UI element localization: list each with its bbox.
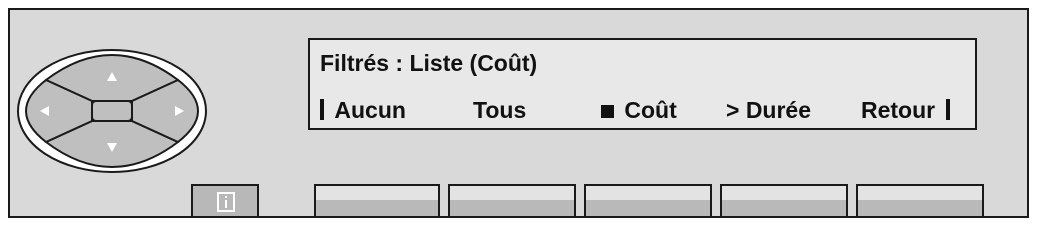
display-title: Filtrés : Liste (Coût) (320, 50, 538, 76)
nav-center-button[interactable] (91, 100, 133, 122)
soft-key-3[interactable] (584, 184, 712, 216)
option-cout-label: Coût (624, 97, 677, 123)
soft-key-1[interactable] (314, 184, 440, 216)
option-duree-label: > Durée (726, 97, 812, 123)
option-duree[interactable]: > Durée (726, 96, 811, 124)
option-retour[interactable]: Retour (861, 96, 950, 124)
option-tous[interactable]: Tous (473, 96, 526, 124)
soft-key-5[interactable] (856, 184, 984, 216)
info-icon (217, 192, 235, 212)
right-selector-bar (945, 99, 950, 120)
navigation-pad (17, 49, 207, 173)
phone-panel: Filtrés : Liste (Coût) Aucun Tous Coût >… (8, 8, 1029, 218)
display-screen: Filtrés : Liste (Coût) Aucun Tous Coût >… (308, 38, 977, 130)
option-aucun-label: Aucun (334, 97, 406, 123)
option-retour-label: Retour (861, 97, 936, 123)
soft-key-4[interactable] (720, 184, 848, 216)
option-tous-label: Tous (473, 97, 527, 123)
soft-key-2[interactable] (448, 184, 576, 216)
info-key[interactable] (191, 184, 259, 216)
left-selector-bar (320, 99, 324, 120)
option-cout[interactable]: Coût (601, 96, 677, 124)
selected-square-icon (601, 105, 614, 118)
option-aucun[interactable]: Aucun (320, 96, 406, 124)
